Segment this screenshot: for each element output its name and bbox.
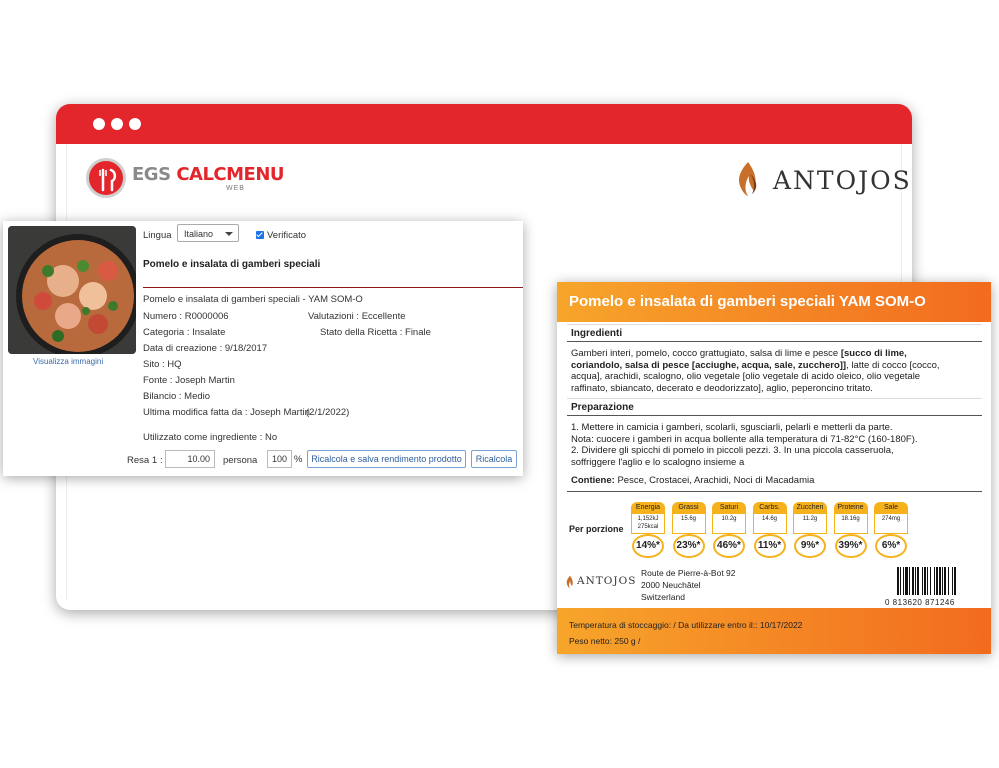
barcode-number: 0 813620 871246	[885, 598, 955, 607]
label-header: Pomelo e insalata di gamberi speciali YA…	[557, 282, 991, 322]
nutrient-badge: Sale 274mg 6%*	[874, 502, 908, 564]
bilancio-field: Bilancio : Medio	[143, 391, 211, 402]
ingredienti-text: Gamberi interi, pomelo, cocco grattugiat…	[571, 348, 940, 394]
nutrient-badge: Carbs. 14.6g 11%*	[752, 502, 787, 564]
ultima-modifica-date: (2/1/2022)	[306, 407, 350, 418]
resa-colon: :	[160, 455, 163, 466]
numero-field: Numero : R0000006	[143, 311, 229, 322]
nutrient-percent: 46%*	[713, 534, 745, 558]
nutrient-amount: 1,152kJ 275kcal	[631, 514, 665, 534]
nutrient-amount: 274mg	[874, 514, 908, 534]
fork-knife-icon	[86, 158, 126, 198]
recipe-subtitle: Pomelo e insalata di gamberi speciali - …	[143, 294, 363, 305]
nutrient-amount: 18.16g	[833, 514, 868, 534]
divider	[567, 490, 982, 492]
nutrient-percent: 23%*	[672, 534, 705, 558]
dish-image	[8, 226, 136, 354]
data-creazione-field: Data di creazione : 9/18/2017	[143, 343, 268, 354]
egs-logo-text: EGS CALCMENU	[132, 164, 285, 185]
window-dot-icon[interactable]	[111, 118, 123, 130]
product-label-card: Pomelo e insalata di gamberi speciali YA…	[557, 282, 991, 654]
barcode-icon	[897, 567, 956, 595]
nutrient-percent: 14%*	[632, 534, 664, 558]
address-block: Route de Pierre-à-Bot 92 2000 Neuchâtel …	[641, 568, 736, 602]
percent-input[interactable]: 100	[267, 450, 292, 468]
preparazione-text: 1. Mettere in camicia i gamberi, scolarl…	[571, 422, 918, 468]
ricalcola-button[interactable]: Ricalcola	[471, 450, 517, 468]
nutrient-percent: 9%*	[794, 534, 826, 558]
antojos-name: ANTOJOS	[773, 166, 912, 195]
ingredienti-heading: Ingredienti	[567, 324, 982, 342]
flame-icon	[739, 162, 757, 196]
nutrient-percent: 11%*	[753, 534, 786, 558]
label-footer: Temperatura di stoccaggio: / Da utilizza…	[557, 608, 991, 654]
nutrient-badge: Energia 1,152kJ 275kcal 14%*	[631, 502, 665, 564]
window-dot-icon[interactable]	[129, 118, 141, 130]
nutrient-amount: 14.6g	[752, 514, 787, 534]
preparazione-heading: Preparazione	[567, 398, 982, 416]
egs-logo-sub: WEB	[226, 185, 245, 192]
nutrient-percent: 6%*	[875, 534, 907, 558]
verificato-checkbox[interactable]	[256, 231, 264, 239]
nutrient-badge: Grassi 15.6g 23%*	[671, 502, 706, 564]
per-porzione-label: Per porzione	[569, 524, 624, 534]
visualizza-immagini-link[interactable]: Visualizza immagini	[33, 357, 103, 366]
ricalcola-salva-button[interactable]: Ricalcola e salva rendimento prodotto	[307, 450, 466, 468]
nutrient-badge: Saturi 10.2g 46%*	[712, 502, 746, 564]
nutrient-amount: 15.6g	[671, 514, 706, 534]
flame-icon	[566, 575, 573, 589]
divider	[143, 287, 523, 288]
contiene-line: Contiene: Pesce, Crostacei, Arachidi, No…	[571, 475, 815, 486]
browser-title-bar	[56, 104, 912, 144]
nutrient-percent: 39%*	[834, 534, 867, 558]
resa-label: Resa 1	[127, 455, 158, 466]
window-dot-icon[interactable]	[93, 118, 105, 130]
lingua-label: Lingua	[143, 230, 172, 241]
nutrient-amount: 10.2g	[712, 514, 746, 534]
utilizzato-field: Utilizzato come ingrediente : No	[143, 432, 278, 443]
language-select[interactable]: Italiano	[177, 224, 239, 242]
recipe-photo[interactable]	[8, 226, 136, 354]
storage-line: Temperatura di stoccaggio: / Da utilizza…	[569, 620, 803, 630]
antojos-small-logo: ANTOJOS	[565, 575, 635, 594]
percent-sign: %	[294, 454, 303, 465]
sito-field: Sito : HQ	[143, 359, 182, 370]
label-title: Pomelo e insalata di gamberi speciali YA…	[569, 293, 926, 310]
persona-label: persona	[223, 455, 258, 466]
nutrient-badge: Zuccheri 11.2g 9%*	[793, 502, 827, 564]
valutazioni-field: Valutazioni : Eccellente	[308, 311, 406, 322]
fonte-field: Fonte : Joseph Martin	[143, 375, 235, 386]
verificato-label: Verificato	[267, 230, 307, 241]
nutrient-amount: 11.2g	[793, 514, 827, 534]
recipe-panel: Visualizza immagini Lingua Italiano Veri…	[3, 221, 523, 476]
categoria-field: Categoria : Insalate	[143, 327, 226, 338]
chevron-down-icon	[225, 232, 233, 236]
nutrient-badge: Proteine 18.16g 39%*	[833, 502, 868, 564]
resa-input[interactable]: 10.00	[165, 450, 215, 468]
ultima-modifica-field: Ultima modifica fatta da : Joseph Martin	[143, 407, 310, 418]
stato-field: Stato della Ricetta : Finale	[320, 327, 431, 338]
recipe-title: Pomelo e insalata di gamberi speciali	[143, 259, 321, 270]
net-weight-line: Peso netto: 250 g /	[569, 636, 641, 646]
egs-calcmenu-logo: EGS CALCMENU WEB	[86, 158, 285, 206]
